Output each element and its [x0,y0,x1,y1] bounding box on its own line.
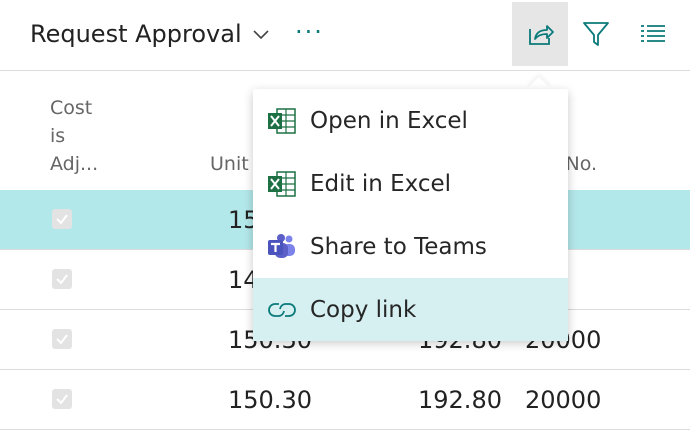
page-title: Request Approval [30,20,242,48]
menu-item-label: Open in Excel [310,107,468,134]
filter-icon [583,22,609,46]
menu-item-label: Copy link [310,296,417,323]
filter-button[interactable] [568,2,624,66]
check-icon [56,214,68,225]
toolbar: Request Approval ··· [0,0,690,71]
cost-adjusted-checkbox[interactable] [52,329,72,349]
check-icon [56,334,68,345]
cost-adjusted-checkbox[interactable] [52,209,72,229]
menu-item-label: Share to Teams [310,233,487,260]
excel-icon [267,106,297,136]
menu-item-label: Edit in Excel [310,170,452,197]
share-menu: Open in Excel Edit in Excel Share to Tea… [253,89,568,341]
chevron-down-icon [253,30,269,40]
check-icon [56,394,68,405]
more-options-button[interactable]: ··· [295,18,324,46]
vendor-no-cell[interactable]: 20000 [525,386,601,414]
list-icon [641,25,665,42]
menu-item-open-in-excel[interactable]: Open in Excel [253,89,568,152]
check-icon [56,274,68,285]
unit-cost-cell[interactable]: 150.30 [228,386,312,414]
share-icon [529,25,554,45]
column-header-unit[interactable]: Unit [210,150,249,178]
menu-item-edit-in-excel[interactable]: Edit in Excel [253,152,568,215]
teams-icon [267,232,297,262]
excel-icon [267,169,297,199]
list-view-button[interactable] [625,2,681,66]
column-header-cost-adjusted[interactable]: Cost is Adj... [50,94,98,178]
menu-item-share-to-teams[interactable]: Share to Teams [253,215,568,278]
link-icon [267,295,297,325]
cost-adjusted-checkbox[interactable] [52,269,72,289]
menu-item-copy-link[interactable]: Copy link [253,278,568,341]
cost-adjusted-checkbox[interactable] [52,389,72,409]
share-button[interactable] [512,2,568,66]
unit-price-cell[interactable]: 192.80 [418,386,502,414]
page-title-dropdown[interactable]: Request Approval [30,20,270,48]
table-row[interactable]: 150.30 192.80 20000 [0,370,690,430]
